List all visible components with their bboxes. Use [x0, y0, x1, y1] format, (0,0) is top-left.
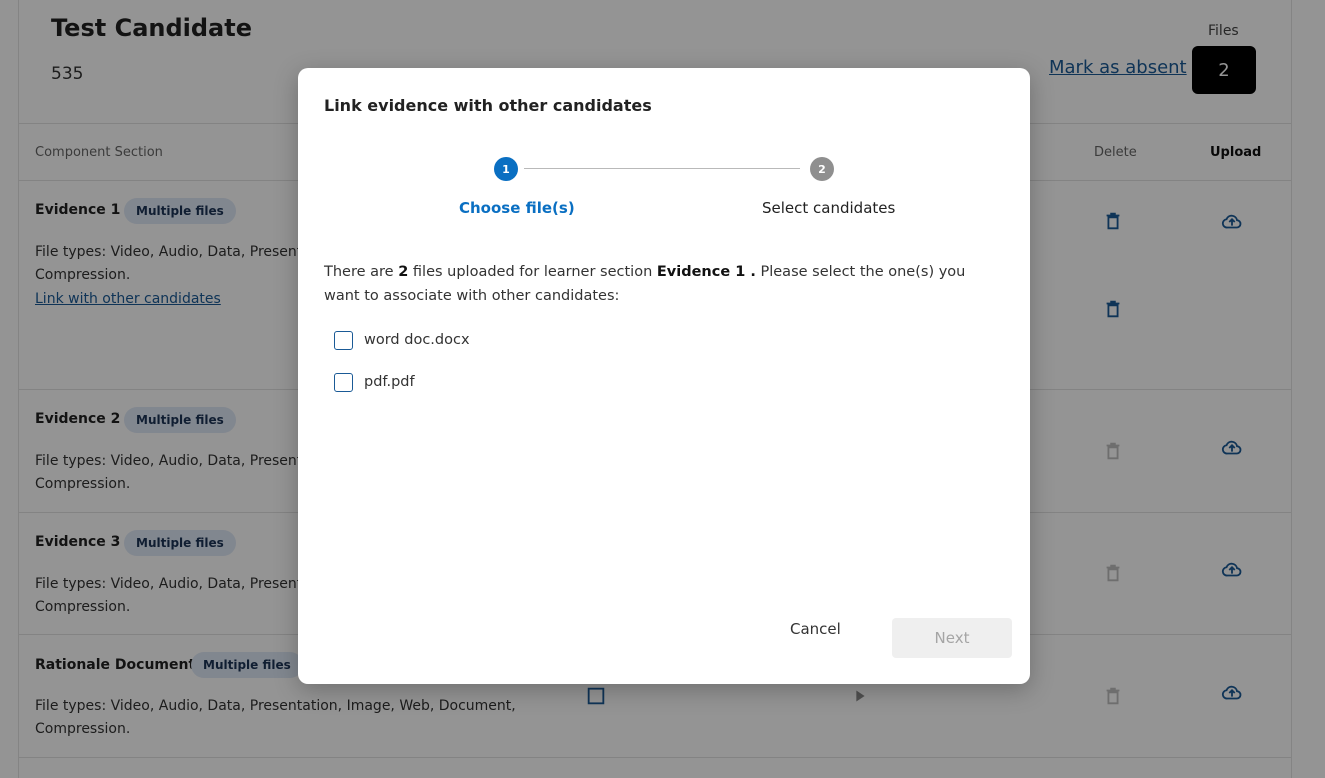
step-1-indicator: 1	[494, 157, 518, 181]
step-2-label: Select candidates	[762, 199, 896, 217]
dialog-title: Link evidence with other candidates	[324, 96, 652, 115]
file-checkbox[interactable]	[334, 330, 353, 350]
file-name: pdf.pdf	[364, 374, 415, 390]
link-evidence-dialog: Link evidence with other candidates 1 2 …	[298, 68, 1030, 684]
file-checkbox[interactable]	[334, 372, 353, 392]
file-name: word doc.docx	[364, 332, 470, 348]
dialog-description: There are 2 files uploaded for learner s…	[324, 264, 966, 304]
next-button[interactable]: Next	[892, 618, 1012, 658]
cancel-button[interactable]: Cancel	[790, 620, 841, 638]
file-option-word-doc[interactable]: word doc.docx	[334, 330, 470, 350]
file-option-pdf[interactable]: pdf.pdf	[334, 372, 415, 392]
step-1-label: Choose file(s)	[459, 199, 575, 217]
stepper-line	[524, 168, 800, 169]
step-2-indicator: 2	[810, 157, 834, 181]
